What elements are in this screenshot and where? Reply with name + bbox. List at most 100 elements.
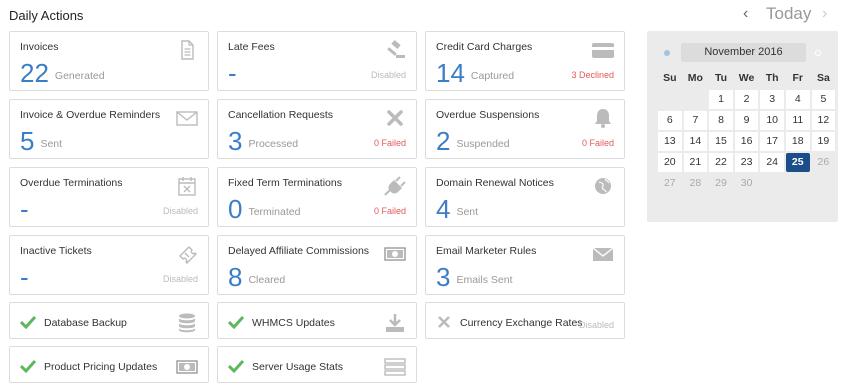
calendar-day[interactable]: 16	[734, 132, 759, 151]
gavel-icon	[387, 40, 405, 58]
calendar-day[interactable]: 12	[811, 111, 836, 130]
card-status: 3 Declined	[571, 70, 614, 80]
task-whmcs-updates[interactable]: WHMCS Updates	[217, 302, 417, 339]
calendar-blank	[684, 90, 708, 109]
card-count: -	[20, 194, 29, 224]
task-currency-exchange[interactable]: Currency Exchange Rates Disabled	[425, 302, 625, 339]
card-count: -	[20, 262, 29, 292]
task-label: Product Pricing Updates	[44, 361, 158, 373]
calendar-day[interactable]: 27	[658, 174, 682, 193]
calendar-day[interactable]: 1	[709, 90, 733, 109]
task-label: WHMCS Updates	[252, 317, 335, 329]
calendar-day[interactable]: 29	[709, 174, 733, 193]
card-suspensions[interactable]: Overdue Suspensions 2 Suspended 0 Failed	[425, 99, 625, 159]
card-label: Overdue Terminations	[20, 177, 123, 189]
task-database-backup[interactable]: Database Backup	[9, 302, 209, 339]
card-domain-renewal[interactable]: Domain Renewal Notices 4 Sent	[425, 167, 625, 227]
envelope-icon	[592, 247, 614, 261]
card-affiliate[interactable]: Delayed Affiliate Commissions 8 Cleared	[217, 235, 417, 295]
card-invoices[interactable]: Invoices 22 Generated	[9, 31, 209, 91]
calendar-day[interactable]: 28	[684, 174, 708, 193]
checkmark-icon	[20, 315, 36, 329]
calendar-day[interactable]: 5	[811, 90, 836, 109]
calendar-day[interactable]: 30	[735, 174, 759, 193]
card-label: Fixed Term Terminations	[228, 177, 342, 189]
card-credit-card[interactable]: Credit Card Charges 14 Captured 3 Decline…	[425, 31, 625, 91]
card-sub: Captured	[470, 70, 515, 82]
calendar-day[interactable]: 4	[785, 90, 810, 109]
card-cancellations[interactable]: Cancellation Requests 3 Processed 0 Faile…	[217, 99, 417, 159]
calendar-day[interactable]: 7	[683, 111, 708, 130]
calendar-day[interactable]: 15	[709, 132, 733, 151]
next-month-button[interactable]	[815, 50, 821, 56]
calendar-day[interactable]: 17	[760, 132, 784, 151]
next-day-button[interactable]: ›	[822, 6, 827, 22]
weekday-header: Su	[663, 72, 677, 84]
prev-month-button[interactable]	[664, 50, 670, 56]
card-status: 0 Failed	[581, 138, 614, 148]
card-label: Domain Renewal Notices	[436, 177, 554, 189]
envelope-icon	[176, 111, 198, 126]
bell-icon	[595, 109, 611, 128]
plug-icon	[384, 176, 406, 196]
credit-card-icon	[592, 43, 614, 58]
task-label: Database Backup	[44, 317, 127, 329]
calendar-blank	[658, 90, 682, 109]
card-inactive-tickets[interactable]: Inactive Tickets - Disabled	[9, 235, 209, 295]
card-terminations[interactable]: Overdue Terminations - Disabled	[9, 167, 209, 227]
calendar-day[interactable]: 25	[785, 153, 810, 172]
card-label: Delayed Affiliate Commissions	[228, 245, 370, 257]
weekday-header: Mo	[687, 72, 703, 84]
calendar-day[interactable]: 24	[760, 153, 784, 172]
card-count: 22 Generated	[20, 58, 105, 88]
date-navigation: ‹ Today ›	[740, 4, 840, 24]
calendar-day[interactable]: 8	[709, 111, 733, 130]
calendar-day[interactable]: 19	[811, 132, 836, 151]
task-label: Server Usage Stats	[252, 361, 344, 373]
weekday-header: Sa	[816, 72, 830, 84]
ticket-icon	[179, 246, 197, 264]
money-icon	[384, 247, 406, 261]
calendar-day[interactable]: 26	[812, 153, 836, 172]
document-icon	[181, 40, 194, 60]
calendar-day[interactable]: 14	[683, 132, 708, 151]
card-label: Invoices	[20, 41, 59, 53]
calendar-day[interactable]: 22	[709, 153, 733, 172]
today-button[interactable]: Today	[766, 4, 811, 24]
card-late-fees[interactable]: Late Fees - Disabled	[217, 31, 417, 91]
database-icon	[179, 313, 195, 333]
calendar-day[interactable]: 11	[785, 111, 810, 130]
card-count: 14 Captured	[436, 58, 515, 88]
card-count: 0 Terminated	[228, 194, 301, 224]
calendar-day[interactable]: 9	[734, 111, 759, 130]
calendar-day[interactable]: 10	[760, 111, 784, 130]
task-server-usage[interactable]: Server Usage Stats	[217, 346, 417, 383]
prev-day-button[interactable]: ‹	[743, 6, 748, 22]
card-label: Cancellation Requests	[228, 109, 334, 121]
calendar-x-icon	[178, 177, 196, 196]
card-label: Late Fees	[228, 41, 275, 53]
calendar-day[interactable]: 18	[785, 132, 810, 151]
calendar-day[interactable]: 20	[658, 153, 682, 172]
mini-calendar: November 2016 Su Mo Tu We Th Fr Sa 1 2 3 4 5 6 7 8 9 10 1…	[647, 31, 838, 222]
card-label: Overdue Suspensions	[436, 109, 540, 121]
calendar-day[interactable]: 13	[658, 132, 682, 151]
card-reminders[interactable]: Invoice & Overdue Reminders 5 Sent	[9, 99, 209, 159]
task-product-pricing[interactable]: Product Pricing Updates	[9, 346, 209, 383]
calendar-month-title[interactable]: November 2016	[681, 43, 806, 62]
calendar-day[interactable]: 21	[683, 153, 708, 172]
calendar-day[interactable]: 2	[734, 90, 759, 109]
card-email-marketer[interactable]: Email Marketer Rules 3 Emails Sent	[425, 235, 625, 295]
task-label: Currency Exchange Rates	[460, 317, 583, 329]
weekday-header: Tu	[714, 72, 728, 84]
weekday-header: We	[738, 72, 755, 84]
card-fixed-term[interactable]: Fixed Term Terminations 0 Terminated 0 Fa…	[217, 167, 417, 227]
card-count: -	[228, 58, 237, 88]
card-label: Invoice & Overdue Reminders	[20, 109, 161, 121]
calendar-day[interactable]: 3	[760, 90, 784, 109]
x-icon	[387, 110, 403, 126]
calendar-day[interactable]: 6	[658, 111, 682, 130]
calendar-day[interactable]: 23	[734, 153, 759, 172]
card-status: Disabled	[370, 70, 406, 80]
card-label: Credit Card Charges	[436, 41, 533, 53]
